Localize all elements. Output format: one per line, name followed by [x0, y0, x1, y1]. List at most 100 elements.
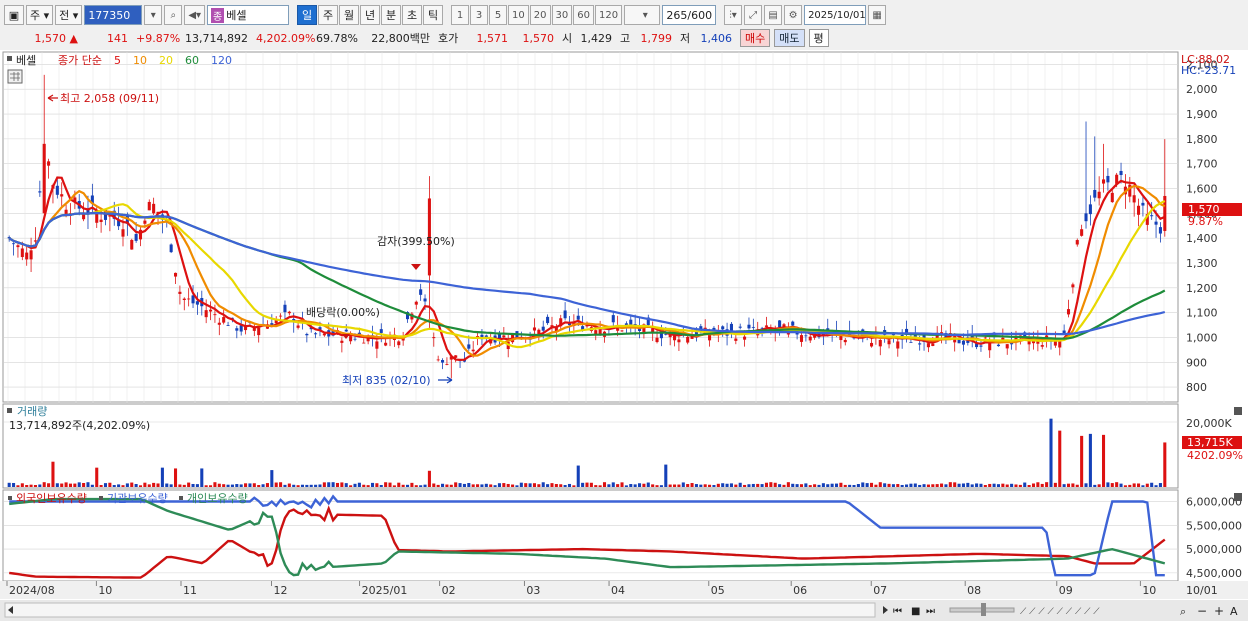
interval-button[interactable]: 120 [594, 5, 623, 25]
candle-body [1154, 221, 1158, 225]
legend-handle-icon[interactable] [179, 496, 183, 500]
x-tick-label: 08 [967, 584, 981, 597]
candle-body [191, 295, 195, 304]
candle-body [1106, 175, 1110, 183]
interval-button[interactable]: 1 [451, 5, 470, 25]
period-select[interactable]: 주 ▾ [26, 5, 54, 25]
period-button[interactable]: 초 [402, 5, 423, 25]
volume-bar [699, 484, 703, 487]
volume-bar [629, 484, 633, 487]
code-dropdown-icon[interactable]: ▾ [144, 5, 163, 25]
scroll-track[interactable] [4, 602, 876, 618]
volume-bar [966, 482, 970, 487]
candle-body [1101, 179, 1106, 184]
volume-panel-handle-icon[interactable] [7, 408, 12, 413]
candle-body [620, 330, 624, 332]
holding-close-icon[interactable] [1234, 493, 1242, 501]
volume-bar [821, 483, 825, 487]
period-button[interactable]: 주 [318, 5, 339, 25]
period-button[interactable]: 분 [381, 5, 402, 25]
legend-handle-icon[interactable] [99, 496, 103, 500]
bar-count-value: 265 [666, 8, 688, 22]
volume-bar [353, 483, 357, 487]
volume-bar [178, 484, 182, 487]
sell-button[interactable]: 매도 [774, 29, 805, 47]
volume-bar [935, 484, 939, 487]
holding-panel-frame [2, 489, 1179, 582]
volume-bar [384, 482, 388, 487]
table-icon[interactable] [7, 69, 23, 84]
candle-type-icon[interactable]: ⫶▾ [724, 5, 743, 25]
eval-button[interactable]: 평 [808, 29, 829, 47]
speaker-icon[interactable]: ◀▾ [184, 5, 206, 25]
crosshair-icon[interactable]: ⤢ [744, 5, 763, 25]
calendar-icon[interactable]: ▦ [868, 5, 887, 25]
interval-button[interactable]: 30 [551, 5, 573, 25]
candle-body [1137, 205, 1141, 215]
panel-handle-icon[interactable] [7, 56, 12, 61]
candle-body [738, 326, 742, 328]
zoom-out-icon[interactable]: − [1197, 604, 1207, 618]
draw-tool-icons[interactable]: ⟋ ⟋ ⟋ ⟋ ⟋ ⟋ ⟋ ⟋ ⟋ [1020, 607, 1100, 617]
interval-dropdown[interactable]: ▾ [624, 5, 661, 25]
volume-current-pct: 4202.09% [1187, 449, 1243, 462]
candle-body [375, 341, 379, 349]
period-buttons: 일주월년분초틱 [297, 5, 444, 25]
volume-bar [686, 484, 690, 487]
date-input[interactable]: 2025/10/01 [804, 5, 867, 25]
volume-close-icon[interactable] [1234, 407, 1242, 415]
volume-bar [1071, 483, 1075, 487]
prev-select[interactable]: 전 ▾ [55, 5, 83, 25]
stock-chart[interactable]: 2,1002,0001,9001,8001,7001,6001,5001,400… [0, 50, 1248, 621]
volume-bar [327, 482, 331, 487]
interval-button[interactable]: 20 [529, 5, 551, 25]
candle-body [563, 310, 567, 319]
period-button[interactable]: 일 [297, 5, 318, 25]
interval-button[interactable]: 10 [508, 5, 529, 25]
zoom-in-icon[interactable]: + [1214, 604, 1224, 618]
volume-bar [270, 470, 274, 487]
window-menu-icon[interactable]: ▣ [4, 5, 24, 25]
gear-icon[interactable]: ⚙ [784, 5, 803, 25]
stop-icon[interactable]: ■ [911, 606, 920, 617]
ma-legend-item: 60 [185, 54, 199, 67]
candle-body [869, 342, 874, 347]
search-icon[interactable]: ⌕ [164, 5, 183, 25]
candle-body [20, 248, 24, 258]
x-tick-label: 05 [711, 584, 725, 597]
fast-forward-icon[interactable]: ⏭ [926, 606, 935, 617]
save-icon[interactable]: ▤ [764, 5, 783, 25]
legend-handle-icon[interactable] [8, 496, 12, 500]
candle-body [611, 315, 615, 323]
scroll-bar[interactable]: ⏮ ■ ⏭ ⟋ ⟋ ⟋ ⟋ ⟋ ⟋ ⟋ ⟋ ⟋ ⌕ − + A [0, 600, 1248, 621]
price-tick: 1,300 [1186, 257, 1218, 270]
interval-button[interactable]: 60 [573, 5, 594, 25]
price-tick: 1,100 [1186, 307, 1218, 320]
buy-button[interactable]: 매수 [740, 29, 771, 47]
candle-body [729, 323, 733, 331]
zoom-slider-handle[interactable] [981, 603, 986, 616]
volume-bar [883, 483, 887, 487]
candle-body [931, 343, 935, 346]
volume-bar [646, 482, 650, 487]
stock-name-input[interactable]: 종 베셀 [207, 5, 290, 25]
interval-button[interactable]: 3 [470, 5, 489, 25]
stock-code-input[interactable]: 177350 [84, 5, 143, 25]
candle-body [25, 252, 29, 260]
interval-button[interactable]: 5 [489, 5, 508, 25]
volume-bar [979, 483, 983, 487]
volume-bar [537, 484, 541, 487]
x-tick-label: 2025/01 [362, 584, 408, 597]
zoom-icon[interactable]: ⌕ [1180, 605, 1186, 618]
font-size-icon[interactable]: A [1230, 605, 1238, 618]
volume-bar [82, 482, 86, 487]
volume-bar [791, 483, 795, 487]
bar-count-input[interactable]: 265/600 [662, 5, 717, 25]
candle-body [467, 344, 471, 349]
rewind-icon[interactable]: ⏮ [893, 606, 902, 617]
period-button[interactable]: 년 [360, 5, 381, 25]
volume-bar [397, 482, 401, 487]
period-button[interactable]: 월 [339, 5, 360, 25]
period-button[interactable]: 틱 [423, 5, 444, 25]
candle-body [887, 340, 891, 345]
